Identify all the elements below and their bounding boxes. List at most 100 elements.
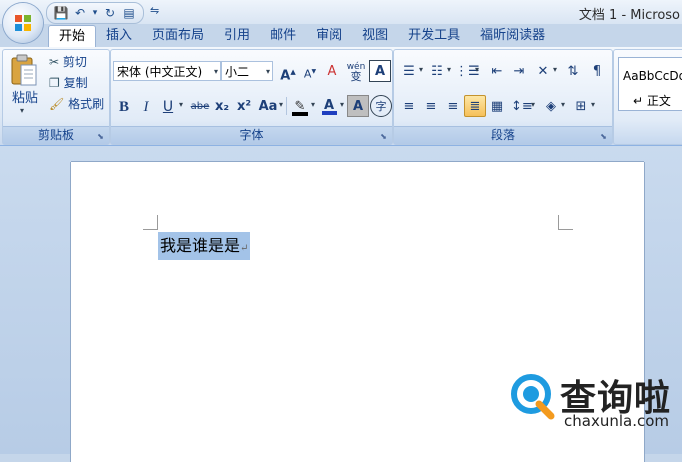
bullets-button[interactable]: ☰ xyxy=(398,60,420,82)
save-icon[interactable]: 💾 xyxy=(53,5,69,21)
underline-dropdown-icon[interactable]: ▾ xyxy=(179,100,183,109)
font-launcher-icon[interactable]: ⬊ xyxy=(378,131,389,142)
margin-corner-top-right xyxy=(558,215,573,230)
shading-dropdown-icon[interactable]: ▾ xyxy=(561,100,565,109)
style-sample-text: AaBbCcDd xyxy=(623,69,682,83)
window-title: 文档 1 - Microso xyxy=(578,8,680,23)
ribbon-tabs: 开始 插入 页面布局 引用 邮件 审阅 视图 开发工具 福昕阅读器 xyxy=(48,25,555,48)
decrease-indent-button[interactable]: ⇤ xyxy=(486,60,508,82)
office-button[interactable] xyxy=(3,3,43,43)
redo-icon[interactable]: ↻ xyxy=(102,5,118,21)
font-color-button[interactable]: A xyxy=(318,94,340,116)
paint-bucket-icon: ◈ xyxy=(546,99,556,114)
sort-button[interactable]: ⇅ xyxy=(562,60,584,82)
undo-dropdown-icon[interactable]: ▾ xyxy=(91,5,99,21)
eraser-icon: A xyxy=(327,64,337,79)
font-color-dropdown-icon[interactable]: ▾ xyxy=(340,100,344,109)
undo-icon[interactable]: ↶ xyxy=(72,5,88,21)
shrink-font-button[interactable]: A▼ xyxy=(299,60,321,82)
italic-button[interactable]: I xyxy=(135,95,157,117)
line-spacing-dropdown-icon[interactable]: ▾ xyxy=(531,100,535,109)
tab-developer[interactable]: 开发工具 xyxy=(398,25,470,47)
font-group-label: 字体 xyxy=(111,126,392,144)
superscript-icon: x² xyxy=(236,99,252,114)
highlight-button[interactable]: ✎ xyxy=(289,95,311,117)
paragraph-mark-icon: ↵ xyxy=(240,243,249,254)
change-case-dropdown-icon[interactable]: ▾ xyxy=(279,100,283,109)
char-border-icon: A xyxy=(374,64,386,79)
watermark-logo-icon xyxy=(509,372,557,420)
chevron-down-icon: ▾ xyxy=(213,67,218,76)
tab-home[interactable]: 开始 xyxy=(48,25,97,48)
quick-access-toolbar: 💾 ↶ ▾ ↻ ▤ xyxy=(46,2,144,24)
char-shading-icon: A xyxy=(352,99,364,114)
copy-button[interactable]: ❐ 复制 xyxy=(49,73,88,94)
show-marks-button[interactable]: ¶ xyxy=(586,60,608,82)
char-shading-button[interactable]: A xyxy=(347,95,369,117)
enclose-char-button[interactable]: 字 xyxy=(370,95,392,117)
tab-references[interactable]: 引用 xyxy=(214,25,260,47)
char-border-button[interactable]: A xyxy=(369,60,391,82)
highlight-dropdown-icon[interactable]: ▾ xyxy=(311,100,315,109)
align-center-button[interactable]: ≡ xyxy=(420,95,442,117)
grow-font-button[interactable]: A▲ xyxy=(277,60,299,83)
align-right-button[interactable]: ≡ xyxy=(442,95,464,117)
print-preview-icon[interactable]: ▤ xyxy=(121,5,137,21)
style-normal-tile[interactable]: AaBbCcDd ↵ 正文 xyxy=(618,57,682,111)
justify-icon: ≣ xyxy=(469,99,481,114)
bullets-dropdown-icon[interactable]: ▾ xyxy=(419,65,423,74)
subscript-button[interactable]: x₂ xyxy=(211,95,233,117)
cut-label: 剪切 xyxy=(62,55,87,69)
multilevel-list-button[interactable]: ⋮☰ xyxy=(454,60,480,82)
justify-button[interactable]: ≣ xyxy=(464,95,486,117)
clipboard-group-label: 剪贴板 xyxy=(3,126,109,144)
tab-insert[interactable]: 插入 xyxy=(96,25,142,47)
superscript-button[interactable]: x² xyxy=(233,95,255,117)
tab-view[interactable]: 视图 xyxy=(352,25,398,47)
chinese-layout-dropdown-icon[interactable]: ▾ xyxy=(553,65,557,74)
document-page[interactable] xyxy=(71,162,644,462)
borders-dropdown-icon[interactable]: ▾ xyxy=(591,100,595,109)
tab-page-layout[interactable]: 页面布局 xyxy=(142,25,214,47)
phonetic-guide-button[interactable]: wén 变 xyxy=(345,60,367,83)
paragraph-mark-icon: ↵ xyxy=(633,94,644,108)
styles-group: AaBbCcDd ↵ 正文 xyxy=(613,49,682,145)
customize-qat-icon[interactable]: ⇋ xyxy=(150,4,159,17)
numbering-dropdown-icon[interactable]: ▾ xyxy=(447,65,451,74)
line-spacing-button[interactable]: ↕≡ xyxy=(510,95,533,117)
clipboard-launcher-icon[interactable]: ⬊ xyxy=(95,131,106,142)
chinese-layout-button[interactable]: ✕ xyxy=(532,60,554,82)
numbered-list-icon: ☷ xyxy=(431,64,443,79)
numbering-button[interactable]: ☷ xyxy=(426,60,448,82)
cut-button[interactable]: ✂ 剪切 xyxy=(49,52,87,73)
tab-review[interactable]: 审阅 xyxy=(306,25,352,47)
bold-button[interactable]: B xyxy=(113,95,135,117)
increase-indent-button[interactable]: ⇥ xyxy=(508,60,530,82)
borders-button[interactable]: ⊞ xyxy=(570,95,592,117)
font-size-value: 小二 xyxy=(225,65,250,79)
tab-mailings[interactable]: 邮件 xyxy=(260,25,306,47)
align-left-icon: ≡ xyxy=(403,99,415,114)
font-name-combo[interactable]: 宋体 (中文正文) ▾ xyxy=(113,61,221,81)
tab-foxit-reader[interactable]: 福昕阅读器 xyxy=(470,25,555,47)
multilevel-dropdown-icon[interactable]: ▾ xyxy=(475,65,479,74)
font-size-combo[interactable]: 小二 ▾ xyxy=(221,61,273,81)
strikethrough-button[interactable]: abe xyxy=(189,95,211,117)
scissors-icon: ✂ xyxy=(49,55,60,69)
underline-button[interactable]: U xyxy=(157,95,179,117)
paste-button[interactable]: 粘贴 xyxy=(12,88,38,109)
font-group: 宋体 (中文正文) ▾ 小二 ▾ A▲ A▼ A wén 变 A B I U ▾ … xyxy=(110,49,393,145)
clear-formatting-button[interactable]: A xyxy=(321,60,343,82)
change-case-button[interactable]: Aa xyxy=(255,95,281,117)
paste-dropdown-icon[interactable]: ▾ xyxy=(20,106,24,115)
chinese-layout-icon: ✕ xyxy=(537,64,549,79)
pilcrow-icon: ¶ xyxy=(592,64,602,79)
paragraph-group-label: 段落 xyxy=(394,126,612,144)
format-painter-button[interactable]: 🖌 格式刷 xyxy=(49,94,104,115)
shading-button[interactable]: ◈ xyxy=(540,95,562,117)
selected-text[interactable]: 我是谁是是↵ xyxy=(158,232,251,260)
align-left-button[interactable]: ≡ xyxy=(398,95,420,117)
distributed-button[interactable]: ▦ xyxy=(486,95,508,117)
paragraph-launcher-icon[interactable]: ⬊ xyxy=(598,131,609,142)
separator xyxy=(286,97,287,115)
